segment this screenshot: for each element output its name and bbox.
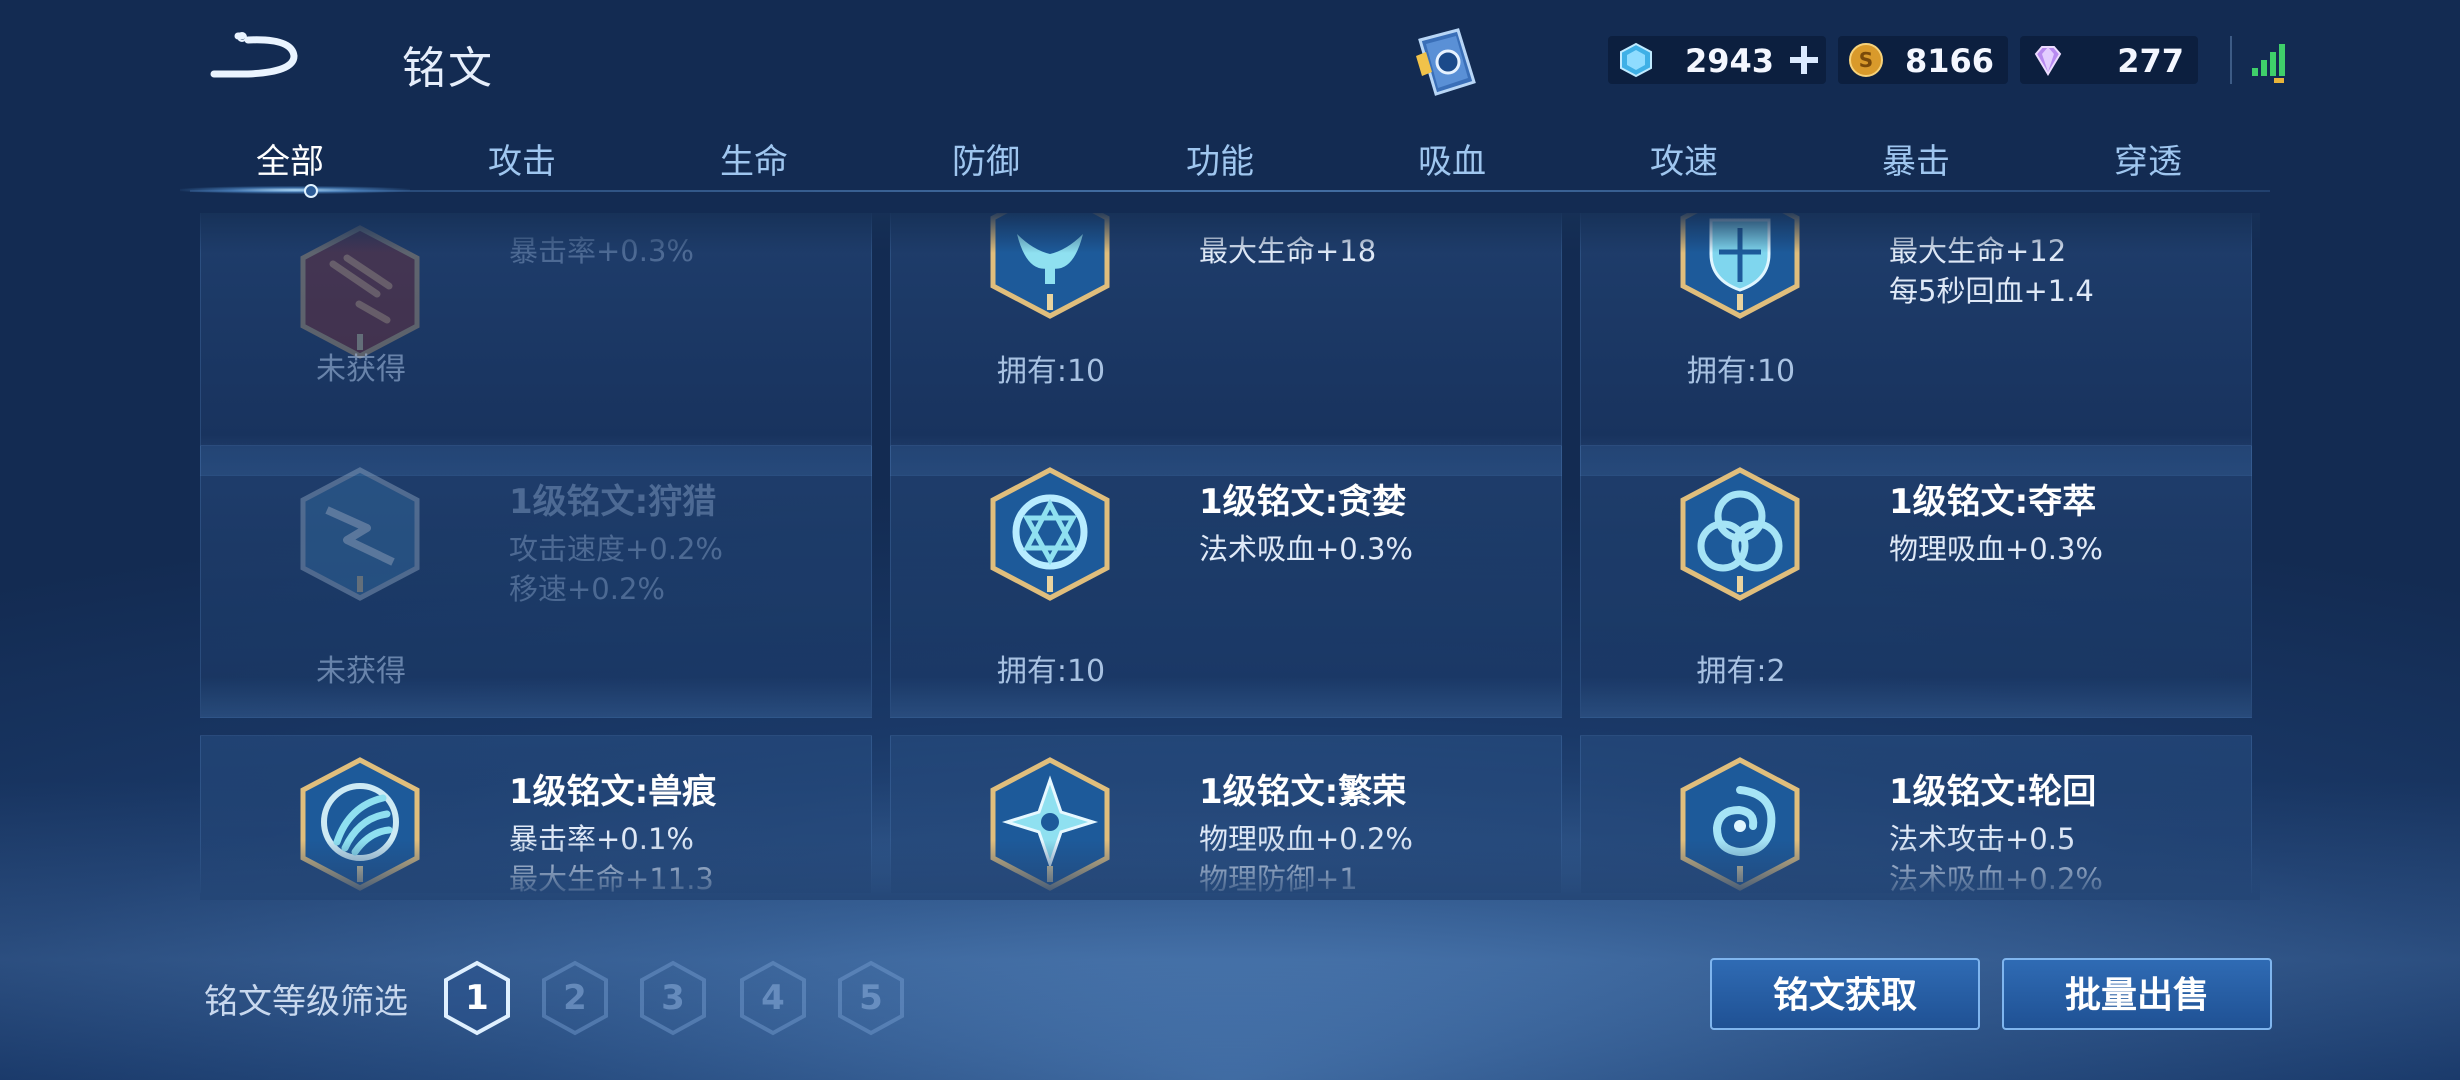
rune-card[interactable]: 1级铭文:繁荣 物理吸血+0.2% 物理防御+1 [890, 735, 1562, 893]
rune-card[interactable]: 最大生命+12 每5秒回血+1.4 拥有:10 [1580, 213, 2252, 476]
level-filter-3[interactable]: 3 [638, 960, 708, 1036]
level-number: 5 [859, 978, 883, 1018]
get-rune-button[interactable]: 铭文获取 [1710, 958, 1980, 1030]
level-filter-5[interactable]: 5 [836, 960, 906, 1036]
rune-name: 1级铭文:贪婪 [1199, 482, 1407, 522]
claw-mark-rune-icon [300, 757, 420, 891]
rune-card[interactable]: 1级铭文:狩猎 攻击速度+0.2% 移速+0.2% 未获得 [200, 445, 872, 718]
level-filter-4[interactable]: 4 [738, 960, 808, 1036]
back-arrow-icon [210, 32, 298, 78]
rune-stat: 物理吸血+0.3% [1889, 532, 2103, 566]
rune-name: 1级铭文:轮回 [1889, 772, 2097, 812]
gem-currency: 277 [2020, 36, 2198, 84]
gem-value: 277 [2117, 42, 2184, 80]
lightning-rune-icon [300, 467, 420, 601]
rune-stat: 法术吸血+0.2% [1889, 862, 2103, 893]
category-tabs: 全部 攻击 生命 防御 功能 吸血 攻速 暴击 穿透 [180, 124, 2270, 198]
back-button[interactable] [208, 28, 308, 88]
rune-card[interactable]: 1级铭文:夺萃 物理吸血+0.3% 拥有:2 [1580, 445, 2252, 718]
rune-book-icon[interactable] [1412, 26, 1482, 100]
rune-name: 1级铭文:繁荣 [1199, 772, 1407, 812]
active-tab-dot [304, 184, 318, 198]
red-claw-rune-icon [300, 225, 420, 359]
tab-lifesteal[interactable]: 吸血 [1332, 134, 1572, 184]
tab-attack[interactable]: 攻击 [402, 134, 642, 184]
rune-name: 1级铭文:兽痕 [509, 772, 717, 812]
tab-attack-speed[interactable]: 攻速 [1564, 134, 1804, 184]
level-number: 4 [761, 978, 785, 1018]
rune-owned: 拥有:10 [1686, 354, 1796, 389]
coupon-value: 2943 [1684, 42, 1774, 80]
add-coupon-button[interactable] [1786, 42, 1822, 78]
rune-card[interactable]: 最大生命+18 拥有:10 [890, 213, 1562, 476]
tab-health[interactable]: 生命 [634, 134, 874, 184]
tab-critical[interactable]: 暴击 [1796, 134, 2036, 184]
gold-coin-icon: S [1849, 43, 1883, 77]
rune-owned: 未获得 [316, 352, 406, 387]
gold-value: 8166 [1904, 42, 1994, 80]
rune-stat: 攻击速度+0.2% [509, 532, 723, 566]
rune-stat: 最大生命+11.3 [509, 862, 714, 893]
rune-stat: 每5秒回血+1.4 [1889, 274, 2094, 308]
rune-name: 1级铭文:夺萃 [1889, 482, 2097, 522]
level-filter-label: 铭文等级筛选 [204, 982, 408, 1022]
rune-stat: 最大生命+18 [1199, 234, 1377, 268]
rune-stat: 暴击率+0.1% [509, 822, 694, 856]
divider [2230, 36, 2232, 84]
page-title: 铭文 [402, 43, 494, 94]
cross-star-rune-icon [990, 757, 1110, 891]
rune-stat: 移速+0.2% [509, 572, 665, 606]
tab-penetration[interactable]: 穿透 [2028, 134, 2268, 184]
level-number: 2 [563, 978, 587, 1018]
rune-name: 1级铭文:狩猎 [509, 482, 717, 522]
rune-stat: 物理防御+1 [1199, 862, 1358, 893]
bulk-sell-button[interactable]: 批量出售 [2002, 958, 2272, 1030]
level-filter-2[interactable]: 2 [540, 960, 610, 1036]
top-bar: 铭文 2943 S 8166 277 [0, 0, 2460, 130]
level-number: 1 [465, 978, 489, 1018]
level-number: 3 [661, 978, 685, 1018]
star-ring-rune-icon [990, 467, 1110, 601]
rune-card[interactable]: 1级铭文:兽痕 暴击率+0.1% 最大生命+11.3 [200, 735, 872, 893]
tab-all[interactable]: 全部 [170, 134, 410, 184]
rune-card[interactable]: 暴击率+0.3% 未获得 [200, 213, 872, 476]
tab-defense[interactable]: 防御 [866, 134, 1106, 184]
gem-icon [2034, 46, 2062, 76]
whale-tail-rune-icon [990, 213, 1110, 319]
rune-grid[interactable]: 暴击率+0.3% 未获得 最大生命+18 拥有:10 最大生命+12 每5秒回血… [200, 213, 2260, 893]
rune-stat: 最大生命+12 [1889, 234, 2067, 268]
rune-owned: 拥有:10 [996, 354, 1106, 389]
rune-stat: 物理吸血+0.2% [1199, 822, 1413, 856]
tab-underline [190, 190, 2270, 192]
active-tab-indicator [180, 186, 410, 194]
rune-stat: 法术攻击+0.5 [1889, 822, 2076, 856]
diamond-coupon-icon [1620, 42, 1652, 78]
gold-currency: S 8166 [1838, 36, 2008, 84]
network-signal-icon [2252, 44, 2285, 83]
tab-utility[interactable]: 功能 [1100, 134, 1340, 184]
coupon-currency: 2943 [1608, 36, 1826, 84]
triquetra-rune-icon [1680, 467, 1800, 601]
rune-card[interactable]: 1级铭文:贪婪 法术吸血+0.3% 拥有:10 [890, 445, 1562, 718]
svg-text:S: S [1859, 48, 1873, 72]
shield-crest-rune-icon [1680, 213, 1800, 319]
rune-stat: 暴击率+0.3% [509, 234, 694, 268]
swirl-rune-icon [1680, 757, 1800, 891]
rune-stat: 法术吸血+0.3% [1199, 532, 1413, 566]
level-filter-1[interactable]: 1 [442, 960, 512, 1036]
rune-card[interactable]: 1级铭文:轮回 法术攻击+0.5 法术吸血+0.2% [1580, 735, 2252, 893]
